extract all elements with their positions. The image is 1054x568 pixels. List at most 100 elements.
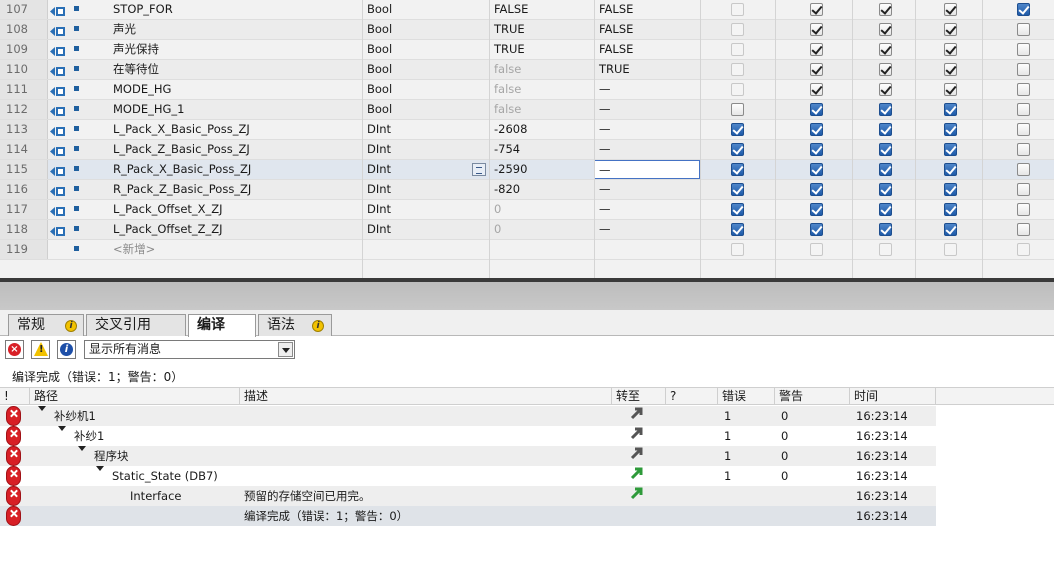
attribute-checkbox[interactable]: [810, 23, 823, 36]
tab-syntax[interactable]: 语法 i: [258, 314, 332, 336]
variable-name[interactable]: 声光: [113, 20, 136, 39]
tab-compile[interactable]: 编译: [188, 314, 256, 337]
attribute-checkbox[interactable]: [1017, 23, 1030, 36]
attribute-checkbox[interactable]: [944, 103, 957, 116]
attribute-checkbox[interactable]: [1017, 63, 1030, 76]
col-header-time[interactable]: 时间: [850, 388, 936, 405]
attribute-checkbox[interactable]: [879, 43, 892, 56]
value-editor-button[interactable]: [472, 163, 486, 176]
start-value[interactable]: -2590: [494, 160, 527, 179]
table-row[interactable]: 117 L_Pack_Offset_X_ZJ DInt 0 —: [0, 200, 1054, 220]
table-row[interactable]: 116 R_Pack_Z_Basic_Poss_ZJ DInt -820 —: [0, 180, 1054, 200]
attribute-checkbox[interactable]: [1017, 183, 1030, 196]
attribute-checkbox[interactable]: [879, 63, 892, 76]
add-new-placeholder[interactable]: <新增>: [113, 240, 155, 259]
panel-splitter[interactable]: [0, 278, 1054, 310]
variable-name[interactable]: L_Pack_Z_Basic_Poss_ZJ: [113, 140, 250, 159]
col-header-description[interactable]: 描述: [240, 388, 612, 405]
monitor-value[interactable]: TRUE: [599, 60, 630, 79]
variable-name[interactable]: MODE_HG_1: [113, 100, 184, 119]
attribute-checkbox[interactable]: [731, 223, 744, 236]
variable-type[interactable]: DInt: [367, 140, 391, 159]
tab-cross-reference[interactable]: 交叉引用: [86, 314, 186, 336]
variable-type[interactable]: DInt: [367, 120, 391, 139]
attribute-checkbox[interactable]: [810, 163, 823, 176]
start-value[interactable]: false: [494, 80, 521, 99]
start-value[interactable]: false: [494, 100, 521, 119]
attribute-checkbox[interactable]: [1017, 203, 1030, 216]
attribute-checkbox[interactable]: [731, 203, 744, 216]
variable-name[interactable]: R_Pack_X_Basic_Poss_ZJ: [113, 160, 251, 179]
col-header-warnings[interactable]: 警告: [775, 388, 850, 405]
attribute-checkbox[interactable]: [1017, 83, 1030, 96]
variable-type[interactable]: Bool: [367, 0, 392, 19]
variable-type[interactable]: Bool: [367, 40, 392, 59]
start-value[interactable]: FALSE: [494, 0, 528, 19]
attribute-checkbox[interactable]: [731, 183, 744, 196]
monitor-value[interactable]: —: [599, 120, 611, 139]
show-info-button[interactable]: i: [57, 340, 76, 359]
attribute-checkbox[interactable]: [810, 183, 823, 196]
attribute-checkbox[interactable]: [810, 103, 823, 116]
attribute-checkbox[interactable]: [1017, 123, 1030, 136]
message-row[interactable]: 补纱机1 1 0 16:23:14: [0, 406, 1054, 426]
attribute-checkbox[interactable]: [731, 143, 744, 156]
col-header-path[interactable]: 路径: [30, 388, 240, 405]
attribute-checkbox[interactable]: [1017, 223, 1030, 236]
variable-name[interactable]: L_Pack_X_Basic_Poss_ZJ: [113, 120, 250, 139]
table-row[interactable]: 109 声光保持 Bool TRUE FALSE: [0, 40, 1054, 60]
attribute-checkbox[interactable]: [810, 3, 823, 16]
attribute-checkbox[interactable]: [879, 183, 892, 196]
start-value[interactable]: TRUE: [494, 40, 525, 59]
attribute-checkbox[interactable]: [879, 163, 892, 176]
attribute-checkbox[interactable]: [810, 223, 823, 236]
attribute-checkbox[interactable]: [944, 163, 957, 176]
goto-arrow-icon[interactable]: [630, 406, 644, 426]
attribute-checkbox[interactable]: [879, 3, 892, 16]
attribute-checkbox[interactable]: [944, 143, 957, 156]
attribute-checkbox[interactable]: [810, 83, 823, 96]
attribute-checkbox[interactable]: [731, 163, 744, 176]
attribute-checkbox[interactable]: [944, 3, 957, 16]
monitor-value[interactable]: —: [599, 140, 611, 159]
table-row[interactable]: 114 L_Pack_Z_Basic_Poss_ZJ DInt -754 —: [0, 140, 1054, 160]
attribute-checkbox[interactable]: [879, 143, 892, 156]
attribute-checkbox[interactable]: [944, 83, 957, 96]
monitor-value[interactable]: —: [599, 100, 611, 119]
monitor-value[interactable]: —: [599, 200, 611, 219]
attribute-checkbox[interactable]: [944, 43, 957, 56]
expand-triangle-icon[interactable]: [38, 406, 46, 426]
show-warnings-button[interactable]: !: [31, 340, 50, 359]
monitor-value[interactable]: —: [599, 220, 611, 239]
variable-type[interactable]: Bool: [367, 80, 392, 99]
attribute-checkbox[interactable]: [944, 223, 957, 236]
attribute-checkbox[interactable]: [879, 23, 892, 36]
variable-name[interactable]: L_Pack_Offset_Z_ZJ: [113, 220, 223, 239]
tab-general[interactable]: 常规 i: [8, 314, 84, 336]
goto-arrow-icon[interactable]: [630, 486, 644, 506]
attribute-checkbox[interactable]: [810, 123, 823, 136]
attribute-checkbox[interactable]: [944, 63, 957, 76]
start-value[interactable]: -754: [494, 140, 520, 159]
message-row[interactable]: Static_State (DB7) 1 0 16:23:14: [0, 466, 1054, 486]
attribute-checkbox[interactable]: [1017, 103, 1030, 116]
col-header-help[interactable]: ?: [666, 388, 718, 405]
variable-name[interactable]: L_Pack_Offset_X_ZJ: [113, 200, 223, 219]
message-filter-select[interactable]: 显示所有消息: [84, 340, 295, 359]
attribute-checkbox[interactable]: [1017, 43, 1030, 56]
start-value[interactable]: 0: [494, 200, 501, 219]
table-row[interactable]: 112 MODE_HG_1 Bool false —: [0, 100, 1054, 120]
start-value[interactable]: -820: [494, 180, 520, 199]
table-row[interactable]: 115 R_Pack_X_Basic_Poss_ZJ DInt -2590 —: [0, 160, 1054, 180]
variable-type[interactable]: DInt: [367, 180, 391, 199]
goto-arrow-icon[interactable]: [630, 426, 644, 446]
attribute-checkbox[interactable]: [731, 123, 744, 136]
monitor-value[interactable]: —: [599, 180, 611, 199]
col-header-errors[interactable]: 错误: [718, 388, 775, 405]
attribute-checkbox[interactable]: [810, 203, 823, 216]
col-header-severity[interactable]: !: [0, 388, 30, 405]
variable-name[interactable]: R_Pack_Z_Basic_Poss_ZJ: [113, 180, 251, 199]
goto-arrow-icon[interactable]: [630, 446, 644, 466]
attribute-checkbox[interactable]: [810, 43, 823, 56]
expand-triangle-icon[interactable]: [78, 446, 86, 466]
